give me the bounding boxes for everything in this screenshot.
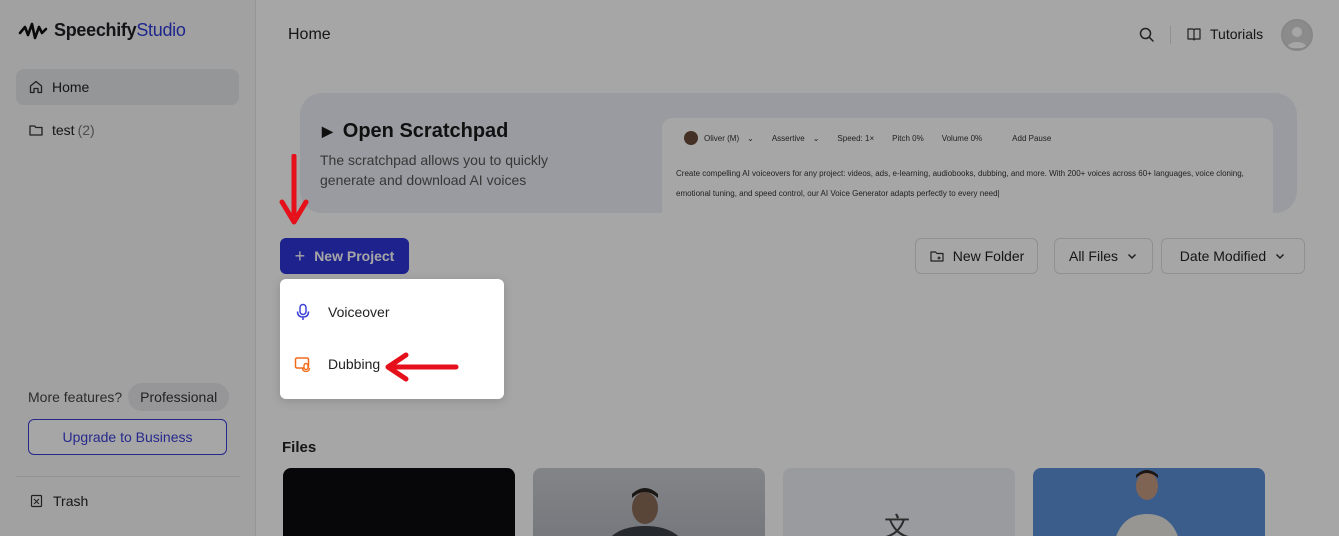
dubbing-icon [294,357,311,373]
menu-item-voiceover[interactable]: Voiceover [294,303,389,321]
annotation-arrow-left [385,352,459,382]
menu-item-dubbing[interactable]: Dubbing [294,355,380,373]
menu-item-label: Dubbing [328,356,381,372]
microphone-icon [296,303,310,320]
menu-item-label: Voiceover [328,304,390,320]
annotation-arrow-down [279,154,309,225]
modal-overlay[interactable] [0,0,1339,536]
